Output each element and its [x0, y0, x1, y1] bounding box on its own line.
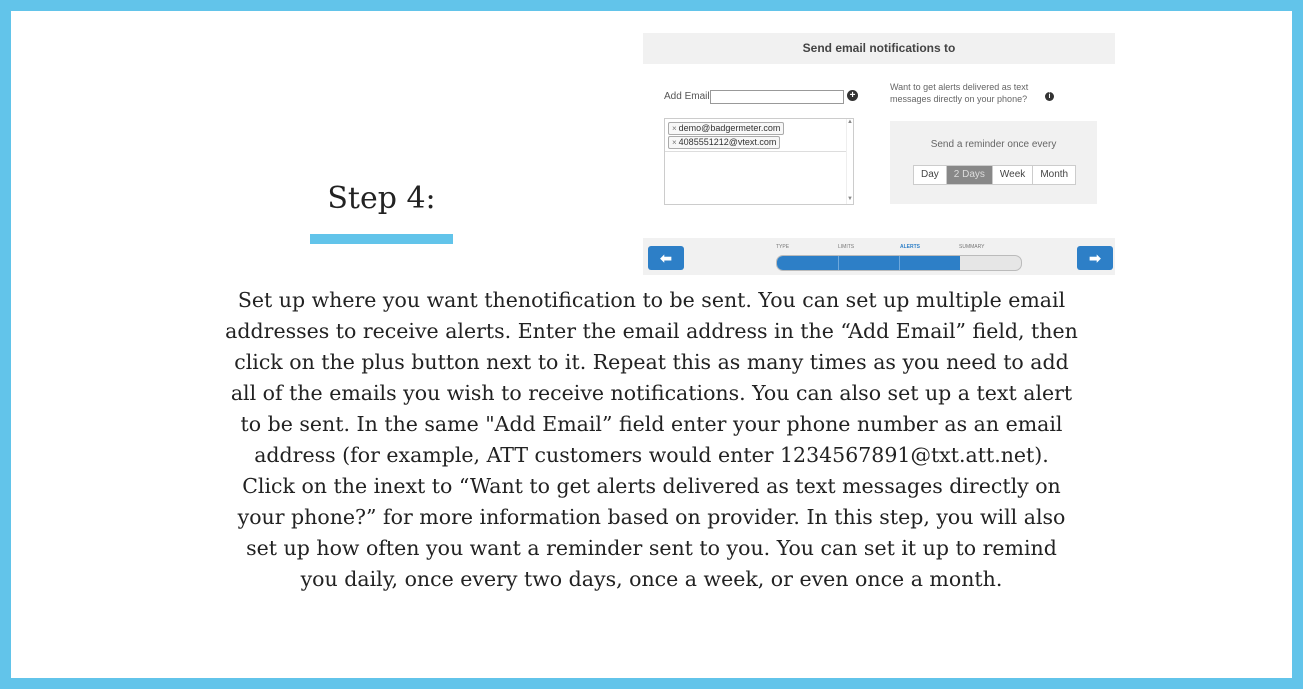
description-line: address (for example, ATT customers woul…: [254, 443, 1049, 467]
wizard-step-type: TYPE: [776, 244, 790, 250]
step-description: Set up where you want thenotification to…: [20, 285, 1283, 595]
description-line: Click on the inext to “Want to get alert…: [242, 474, 1061, 498]
email-chip[interactable]: × 4085551212@vtext.com: [668, 136, 781, 149]
description-line: click on the plus button next to it. Rep…: [234, 350, 1069, 374]
info-icon[interactable]: i: [1045, 92, 1054, 101]
add-email-label: Add Email:: [664, 91, 713, 102]
scroll-up-icon[interactable]: ▲: [847, 119, 853, 127]
email-chip-label: demo@badgermeter.com: [678, 123, 781, 133]
notifications-header: Send email notifications to: [643, 33, 1115, 64]
frequency-day-button[interactable]: Day: [914, 166, 947, 184]
email-list[interactable]: × demo@badgermeter.com × 4085551212@vtext.…: [664, 118, 854, 205]
description-line: addresses to receive alerts. Enter the e…: [225, 319, 1078, 343]
step-title: Step 4:: [327, 181, 436, 216]
add-email-input[interactable]: [710, 90, 844, 104]
wizard-nav: ⬅ TYPE LIMITS ALERTS SUMMARY ➡: [643, 238, 1115, 275]
email-chip[interactable]: × demo@badgermeter.com: [668, 122, 785, 135]
sms-prompt: Want to get alerts delivered as text mes…: [890, 82, 1029, 104]
reminder-panel: Send a reminder once every Day 2 Days We…: [890, 121, 1097, 204]
wizard-step-labels: TYPE LIMITS ALERTS SUMMARY: [776, 244, 1026, 252]
app-screenshot: Send email notifications to Add Email: +…: [643, 23, 1115, 275]
remove-icon[interactable]: ×: [672, 124, 677, 133]
wizard-progress-bar: [776, 255, 1022, 271]
wizard-step-limits: LIMITS: [838, 244, 855, 250]
wizard-step-summary: SUMMARY: [959, 244, 985, 250]
description-line: Set up where you want thenotification to…: [237, 288, 1066, 312]
description-line: you daily, once every two days, once a w…: [300, 567, 1003, 591]
arrow-right-icon[interactable]: ➡: [1077, 246, 1113, 270]
frequency-month-button[interactable]: Month: [1033, 166, 1075, 184]
progress-divider: [838, 256, 839, 270]
scroll-down-icon[interactable]: ▼: [847, 196, 853, 204]
progress-divider: [899, 256, 900, 270]
wizard-step-alerts: ALERTS: [900, 244, 920, 250]
frequency-2days-button[interactable]: 2 Days: [946, 166, 993, 184]
reminder-label: Send a reminder once every: [930, 139, 1057, 150]
step-underline: [310, 234, 453, 244]
wizard-progress-fill: [777, 256, 960, 270]
description-line: to be sent. In the same "Add Email” fiel…: [240, 412, 1063, 436]
email-chip-label: 4085551212@vtext.com: [678, 137, 777, 147]
plus-icon[interactable]: +: [847, 90, 858, 101]
description-line: set up how often you want a reminder sen…: [246, 536, 1057, 560]
description-line: all of the emails you wish to receive no…: [230, 381, 1073, 405]
arrow-left-icon[interactable]: ⬅: [648, 246, 684, 270]
list-divider: [665, 151, 847, 152]
frequency-week-button[interactable]: Week: [993, 166, 1034, 184]
remove-icon[interactable]: ×: [672, 138, 677, 147]
description-line: your phone?” for more information based …: [237, 505, 1066, 529]
email-list-scrollbar[interactable]: ▲ ▼: [846, 119, 853, 204]
frequency-selector: Day 2 Days Week Month: [913, 165, 1077, 185]
